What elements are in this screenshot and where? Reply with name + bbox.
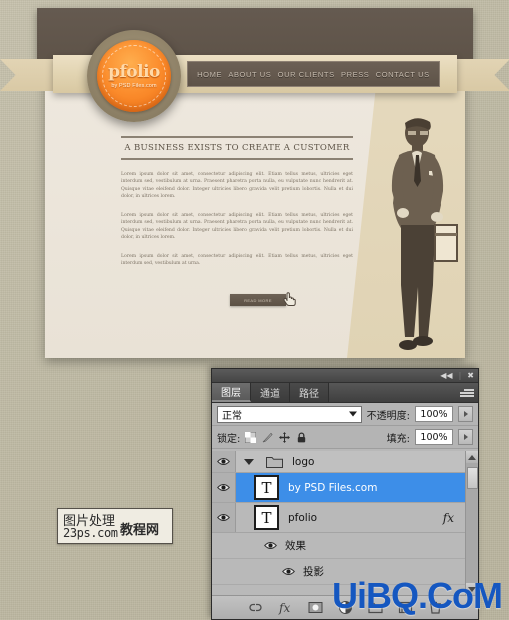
logo-wordmark: pfolio <box>108 61 160 82</box>
delete-layer-trash-icon[interactable] <box>428 600 443 615</box>
site-navigation: HOME ABOUT US OUR CLIENTS PRESS CONTACT … <box>187 61 440 87</box>
watermark-line-3: 教程网 <box>120 523 160 538</box>
hand-cursor-icon <box>283 292 296 306</box>
lock-fill-row: 锁定: 填充: 100% <box>212 426 478 449</box>
opacity-slider-arrow-icon[interactable] <box>458 406 473 422</box>
lock-label: 锁定: <box>217 433 241 445</box>
layer-row-group-logo[interactable]: logo <box>212 451 478 473</box>
panel-footer-toolbar: fx <box>212 595 478 619</box>
article-paragraph: Lorem ipsum dolor sit amet, consectetur … <box>121 253 353 266</box>
tab-layers[interactable]: 图层 <box>212 383 251 402</box>
panel-titlebar: ◀◀ | ✖ <box>212 369 478 383</box>
article-paragraph: Lorem ipsum dolor sit amet, consectetur … <box>121 212 353 241</box>
layer-thumbnail-text[interactable]: T <box>254 505 279 530</box>
nav-item-home[interactable]: HOME <box>197 70 222 79</box>
layer-name: by PSD Files.com <box>288 481 378 494</box>
eye-icon <box>217 514 230 521</box>
effects-row[interactable]: 效果 <box>212 533 478 559</box>
eye-icon[interactable] <box>282 567 295 576</box>
fill-slider-arrow-icon[interactable] <box>458 429 473 445</box>
tab-channels[interactable]: 通道 <box>251 383 290 402</box>
folder-icon <box>266 457 283 468</box>
group-disclosure-triangle-icon[interactable] <box>244 458 254 465</box>
nav-item-press[interactable]: PRESS <box>341 70 369 79</box>
layer-list[interactable]: logo T by PSD Files.com T pfolio fx 效果 投… <box>212 451 478 595</box>
close-icon[interactable]: ✖ <box>467 371 474 380</box>
layer-thumbnail-text[interactable]: T <box>254 475 279 500</box>
eye-icon <box>217 484 230 491</box>
read-more-button[interactable]: READ MORE <box>230 294 286 306</box>
lock-all-padlock-icon[interactable] <box>296 431 307 443</box>
scrollbar-thumb[interactable] <box>467 467 478 489</box>
adjustment-layer-icon[interactable] <box>338 600 353 615</box>
effect-row-drop-shadow[interactable]: 投影 <box>212 559 478 585</box>
website-mockup: A BUSINESS EXISTS TO CREATE A CUSTOMER L… <box>0 0 509 358</box>
visibility-toggle[interactable] <box>212 473 236 502</box>
titlebar-separator: | <box>458 371 462 380</box>
tutorial-watermark-box: 图片处理 23ps.com 教程网 <box>57 508 173 544</box>
headline-rule: A BUSINESS EXISTS TO CREATE A CUSTOMER <box>121 136 353 160</box>
page-title: A BUSINESS EXISTS TO CREATE A CUSTOMER <box>124 143 350 153</box>
tab-paths[interactable]: 路径 <box>290 383 329 402</box>
lock-transparent-pixels-icon[interactable] <box>245 431 257 443</box>
eye-icon[interactable] <box>264 541 277 550</box>
opacity-input[interactable]: 100% <box>415 406 453 422</box>
new-group-folder-icon[interactable] <box>367 600 383 615</box>
fill-input[interactable]: 100% <box>415 429 453 445</box>
fill-label: 填充: <box>386 433 410 445</box>
article-paragraph: Lorem ipsum dolor sit amet, consectetur … <box>121 172 353 200</box>
layer-effects-fx-icon[interactable]: fx <box>443 511 454 525</box>
new-layer-icon[interactable] <box>398 600 413 615</box>
illustration-panel <box>347 70 465 358</box>
layer-row-by-psd-files[interactable]: T by PSD Files.com <box>212 473 478 503</box>
blend-mode-select[interactable]: 正常 <box>217 405 362 423</box>
collapse-icon[interactable]: ◀◀ <box>440 371 452 380</box>
scroll-up-arrow-icon[interactable] <box>466 451 478 463</box>
svg-text:fx: fx <box>278 601 290 615</box>
nav-item-our-clients[interactable]: OUR CLIENTS <box>278 70 335 79</box>
layer-name: logo <box>292 455 315 468</box>
businessman-illustration <box>391 118 458 350</box>
layer-style-fx-icon[interactable]: fx <box>278 600 293 615</box>
read-more-label: READ MORE <box>244 297 272 303</box>
logo-inner-circle: pfolio by PSD Files.com <box>97 40 171 112</box>
layer-list-scrollbar[interactable] <box>465 451 478 595</box>
chevron-down-icon <box>348 411 357 417</box>
effect-name: 投影 <box>303 566 324 578</box>
logo-tagline: by PSD Files.com <box>111 82 157 89</box>
blend-mode-value: 正常 <box>222 410 242 422</box>
layer-name: pfolio <box>288 511 318 524</box>
nav-item-about-us[interactable]: ABOUT US <box>228 70 271 79</box>
eye-icon <box>217 458 230 465</box>
lock-image-pixels-brush-icon[interactable] <box>262 432 273 443</box>
lock-position-move-icon[interactable] <box>279 431 291 443</box>
panel-tabs: 图层 通道 路径 <box>212 383 478 403</box>
opacity-label: 不透明度: <box>366 410 410 422</box>
photoshop-layers-panel: ◀◀ | ✖ 图层 通道 路径 正常 不透明度: 100% 锁定: 填充: 10… <box>211 368 479 620</box>
effect-name: 效果 <box>285 540 306 552</box>
watermark-line-2: 23ps.com <box>63 526 118 540</box>
panel-menu-icon[interactable] <box>460 387 474 399</box>
layer-row-pfolio[interactable]: T pfolio fx <box>212 503 478 533</box>
visibility-toggle[interactable] <box>212 503 236 532</box>
visibility-toggle[interactable] <box>212 451 236 472</box>
article: A BUSINESS EXISTS TO CREATE A CUSTOMER L… <box>121 136 353 267</box>
blend-opacity-row: 正常 不透明度: 100% <box>212 403 478 426</box>
scroll-down-arrow-icon[interactable] <box>466 583 478 595</box>
lock-icon-group <box>245 431 307 443</box>
link-layers-icon[interactable] <box>248 600 263 615</box>
logo-badge[interactable]: pfolio by PSD Files.com <box>87 30 181 122</box>
nav-item-contact-us[interactable]: CONTACT US <box>376 70 430 79</box>
add-layer-mask-icon[interactable] <box>308 600 323 615</box>
